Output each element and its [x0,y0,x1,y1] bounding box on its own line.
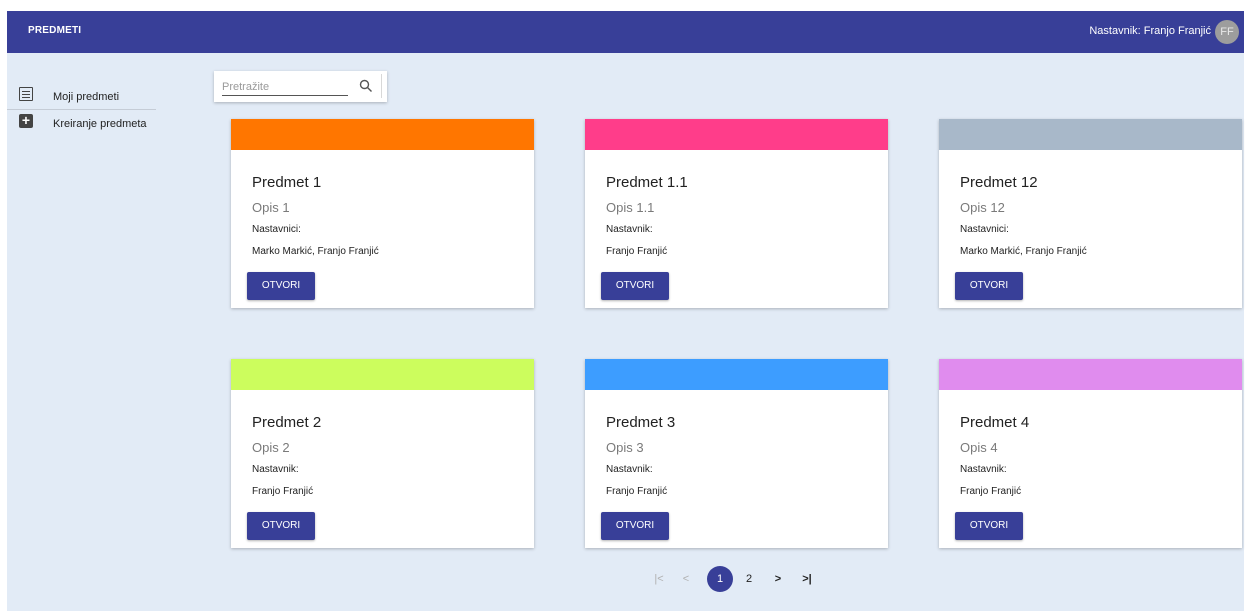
card-teacher-label: Nastavnik: [252,464,299,475]
open-button[interactable]: OTVORI [601,512,669,540]
card-description: Opis 3 [606,440,644,455]
sidebar-item-moji-predmeti[interactable]: Moji predmeti [7,83,156,110]
app-title: PREDMETI [28,25,82,36]
card-title: Predmet 12 [960,174,1038,191]
last-page-button[interactable]: >| [798,566,816,592]
sidebar-item-label: Moji predmeti [53,91,120,103]
app-root: PREDMETI Nastavnik: Franjo Franjić FF Mo… [7,11,1244,611]
subject-card: Predmet 2 Opis 2 Nastavnik: Franjo Franj… [231,359,534,548]
card-color-band [585,119,888,150]
search-divider [381,74,382,98]
card-teachers: Marko Markić, Franjo Franjić [960,246,1087,257]
subject-card: Predmet 1 Opis 1 Nastavnici: Marko Marki… [231,119,534,308]
subject-card: Predmet 4 Opis 4 Nastavnik: Franjo Franj… [939,359,1242,548]
card-teacher-label: Nastavnik: [606,464,653,475]
card-teachers: Franjo Franjić [606,246,668,257]
card-description: Opis 4 [960,440,998,455]
card-title: Predmet 3 [606,414,676,431]
list-icon [19,87,33,101]
card-color-band [231,119,534,150]
card-teachers: Franjo Franjić [252,486,314,497]
add-box-icon: + [19,113,33,128]
subject-card: Predmet 12 Opis 12 Nastavnici: Marko Mar… [939,119,1242,308]
card-description: Opis 12 [960,200,1005,215]
card-teacher-label: Nastavnici: [960,224,1009,235]
user-label: Nastavnik: Franjo Franjić [1089,25,1211,37]
card-color-band [585,359,888,390]
card-teachers: Marko Markić, Franjo Franjić [252,246,379,257]
card-teacher-label: Nastavnici: [252,224,301,235]
open-button[interactable]: OTVORI [247,272,315,300]
open-button[interactable]: OTVORI [955,512,1023,540]
card-teachers: Franjo Franjić [606,486,668,497]
card-title: Predmet 4 [960,414,1030,431]
search-input[interactable] [222,78,348,96]
first-page-button[interactable]: |< [652,566,666,592]
sidebar-item-label: Kreiranje predmeta [53,118,147,130]
open-button[interactable]: OTVORI [247,512,315,540]
card-title: Predmet 2 [252,414,322,431]
user-avatar[interactable]: FF [1215,20,1239,44]
open-button[interactable]: OTVORI [601,272,669,300]
next-page-button[interactable]: > [771,566,785,592]
card-teacher-label: Nastavnik: [606,224,653,235]
prev-page-button[interactable]: < [679,566,693,592]
card-title: Predmet 1.1 [606,174,688,191]
sidebar: Moji predmeti + Kreiranje predmeta [7,83,156,137]
card-title: Predmet 1 [252,174,322,191]
card-description: Opis 2 [252,440,290,455]
search-box [214,71,387,102]
page-button-1[interactable]: 1 [707,566,733,592]
card-description: Opis 1.1 [606,200,655,215]
sidebar-item-kreiranje-predmeta[interactable]: + Kreiranje predmeta [7,110,156,137]
card-description: Opis 1 [252,200,290,215]
card-teacher-label: Nastavnik: [960,464,1007,475]
card-teachers: Franjo Franjić [960,486,1022,497]
page-button-2[interactable]: 2 [742,566,756,592]
search-icon[interactable] [359,79,373,93]
subject-card: Predmet 1.1 Opis 1.1 Nastavnik: Franjo F… [585,119,888,308]
open-button[interactable]: OTVORI [955,272,1023,300]
card-color-band [231,359,534,390]
top-app-bar: PREDMETI Nastavnik: Franjo Franjić FF [7,11,1244,53]
card-color-band [939,359,1242,390]
subject-card: Predmet 3 Opis 3 Nastavnik: Franjo Franj… [585,359,888,548]
card-color-band [939,119,1242,150]
